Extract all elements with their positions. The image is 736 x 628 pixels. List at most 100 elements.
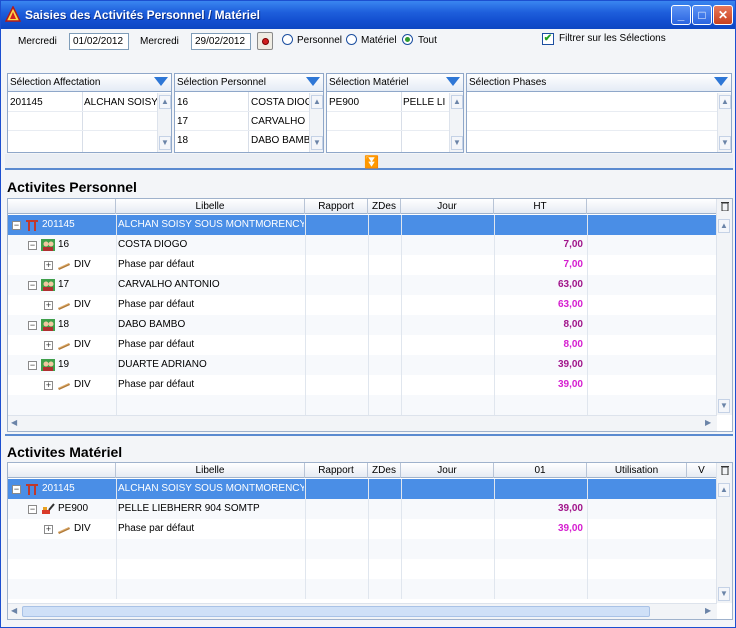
affectation-panel-header[interactable]: Sélection Affectation — [8, 74, 171, 92]
filter-selections-label[interactable]: Filtrer sur les Sélections — [559, 33, 666, 44]
list-item[interactable]: PELLE LI — [401, 94, 449, 112]
expand-icon[interactable]: + — [44, 261, 53, 270]
table-row[interactable]: − 19 DUARTE ADRIANO 39,00 — [8, 355, 717, 375]
expand-icon[interactable]: + — [44, 525, 53, 534]
scroll-up-icon[interactable]: ▲ — [451, 95, 463, 109]
empty-row[interactable] — [8, 395, 717, 415]
list-item[interactable]: CARVALHO — [249, 113, 309, 131]
filter-dropdown-icon[interactable] — [714, 77, 728, 86]
column-header-rapport[interactable]: Rapport — [305, 463, 368, 478]
table-row[interactable]: − PE900 PELLE LIEBHERR 904 SOMTP 39,00 — [8, 499, 717, 519]
radio-materiel-label[interactable]: Matériel — [361, 35, 397, 46]
collapse-icon[interactable]: − — [28, 281, 37, 290]
collapse-icon[interactable]: − — [12, 221, 21, 230]
list-item[interactable]: 201145 — [8, 94, 80, 112]
refresh-button[interactable] — [257, 32, 273, 50]
table-row[interactable]: + DIV Phase par défaut 7,00 — [8, 255, 717, 275]
collapse-icon[interactable]: − — [28, 505, 37, 514]
trash-icon[interactable] — [720, 201, 730, 211]
filter-dropdown-icon[interactable] — [446, 77, 460, 86]
list-item[interactable]: ALCHAN SOISY — [82, 94, 158, 112]
table-row[interactable]: − 201145 ALCHAN SOISY SOUS MONTMORENCY — [8, 215, 717, 235]
radio-personnel[interactable] — [282, 34, 293, 45]
expand-icon[interactable]: + — [44, 381, 53, 390]
column-header-jour[interactable]: Jour — [401, 463, 494, 478]
collapse-icon[interactable]: − — [28, 361, 37, 370]
list-item[interactable]: COSTA DIOGO — [249, 94, 309, 112]
column-header-rapport[interactable]: Rapport — [305, 199, 368, 214]
expand-icon[interactable]: + — [44, 341, 53, 350]
collapse-down-icon[interactable]: ⏬ — [364, 156, 379, 168]
materiel-horizontal-scrollbar[interactable]: ◀ ▶ — [8, 603, 717, 619]
date-from-input[interactable]: 01/02/2012 — [69, 33, 129, 50]
title-bar[interactable]: Saisies des Activités Personnel / Matéri… — [1, 1, 735, 29]
scroll-down-icon[interactable]: ▼ — [719, 136, 731, 150]
column-header-ht[interactable]: HT — [494, 199, 587, 214]
column-header-utilisation[interactable]: Utilisation — [587, 463, 687, 478]
scroll-right-icon[interactable]: ▶ — [705, 606, 711, 615]
maximize-button[interactable]: □ — [692, 5, 712, 25]
empty-row[interactable] — [8, 559, 717, 579]
scroll-left-icon[interactable]: ◀ — [11, 606, 17, 615]
materiel-scrollbar[interactable]: ▲ ▼ — [449, 93, 463, 152]
table-row[interactable]: + DIV Phase par défaut 63,00 — [8, 295, 717, 315]
scroll-down-icon[interactable]: ▼ — [311, 136, 323, 150]
table-row[interactable]: − 201145 ALCHAN SOISY SOUS MONTMORENCY — [8, 479, 717, 499]
phases-panel-header[interactable]: Sélection Phases — [467, 74, 731, 92]
filter-dropdown-icon[interactable] — [306, 77, 320, 86]
scroll-down-icon[interactable]: ▼ — [451, 136, 463, 150]
empty-row[interactable] — [8, 539, 717, 559]
radio-materiel[interactable] — [346, 34, 357, 45]
scroll-up-icon[interactable]: ▲ — [718, 219, 730, 233]
column-header-libelle[interactable]: Libelle — [116, 463, 305, 478]
empty-row[interactable] — [8, 579, 717, 599]
materiel-vertical-scrollbar[interactable]: ▲ ▼ — [716, 463, 732, 603]
radio-personnel-label[interactable]: Personnel — [297, 35, 342, 46]
personnel-panel-header[interactable]: Sélection Personnel — [175, 74, 323, 92]
expand-icon[interactable]: + — [44, 301, 53, 310]
list-item[interactable]: PE900 — [327, 94, 399, 112]
scroll-up-icon[interactable]: ▲ — [718, 483, 730, 497]
table-row[interactable]: − 18 DABO BAMBO 8,00 — [8, 315, 717, 335]
table-row[interactable]: + DIV Phase par défaut 39,00 — [8, 519, 717, 539]
list-item[interactable]: 17 — [175, 113, 245, 131]
table-row[interactable]: + DIV Phase par défaut 8,00 — [8, 335, 717, 355]
table-row[interactable]: − 16 COSTA DIOGO 7,00 — [8, 235, 717, 255]
radio-tout-label[interactable]: Tout — [418, 35, 437, 46]
collapse-icon[interactable]: − — [12, 485, 21, 494]
date-to-input[interactable]: 29/02/2012 — [191, 33, 251, 50]
personnel-vertical-scrollbar[interactable]: ▲ ▼ — [716, 199, 732, 415]
column-header-zdes[interactable]: ZDes — [368, 463, 401, 478]
column-header-zdes[interactable]: ZDes — [368, 199, 401, 214]
affectation-scrollbar[interactable]: ▲ ▼ — [157, 93, 171, 152]
personnel-scrollbar[interactable]: ▲ ▼ — [309, 93, 323, 152]
scroll-left-icon[interactable]: ◀ — [11, 418, 17, 427]
column-header-v[interactable]: V — [687, 463, 717, 478]
column-header[interactable] — [8, 463, 116, 478]
materiel-panel-header[interactable]: Sélection Matériel — [327, 74, 463, 92]
table-row[interactable]: − 17 CARVALHO ANTONIO 63,00 — [8, 275, 717, 295]
scroll-down-icon[interactable]: ▼ — [718, 399, 730, 413]
column-header[interactable] — [8, 199, 116, 214]
personnel-horizontal-scrollbar[interactable]: ◀ ▶ — [8, 415, 717, 431]
scroll-down-icon[interactable]: ▼ — [159, 136, 171, 150]
phases-scrollbar[interactable]: ▲ ▼ — [717, 93, 731, 152]
collapse-icon[interactable]: − — [28, 321, 37, 330]
horizontal-scroll-thumb[interactable] — [22, 606, 650, 617]
column-header-01[interactable]: 01 — [494, 463, 587, 478]
minimize-button[interactable]: _ — [671, 5, 691, 25]
scroll-up-icon[interactable]: ▲ — [159, 95, 171, 109]
list-item[interactable]: DABO BAMBO — [249, 132, 309, 150]
trash-icon[interactable] — [720, 465, 730, 475]
list-item[interactable]: 18 — [175, 132, 245, 150]
column-header-libelle[interactable]: Libelle — [116, 199, 305, 214]
column-header-jour[interactable]: Jour — [401, 199, 494, 214]
radio-tout[interactable] — [402, 34, 413, 45]
scroll-right-icon[interactable]: ▶ — [705, 418, 711, 427]
scroll-down-icon[interactable]: ▼ — [718, 587, 730, 601]
list-item[interactable]: 16 — [175, 94, 245, 112]
filter-dropdown-icon[interactable] — [154, 77, 168, 86]
scroll-up-icon[interactable]: ▲ — [311, 95, 323, 109]
table-row[interactable]: + DIV Phase par défaut 39,00 — [8, 375, 717, 395]
filter-selections-checkbox[interactable]: ✔ — [542, 33, 554, 45]
